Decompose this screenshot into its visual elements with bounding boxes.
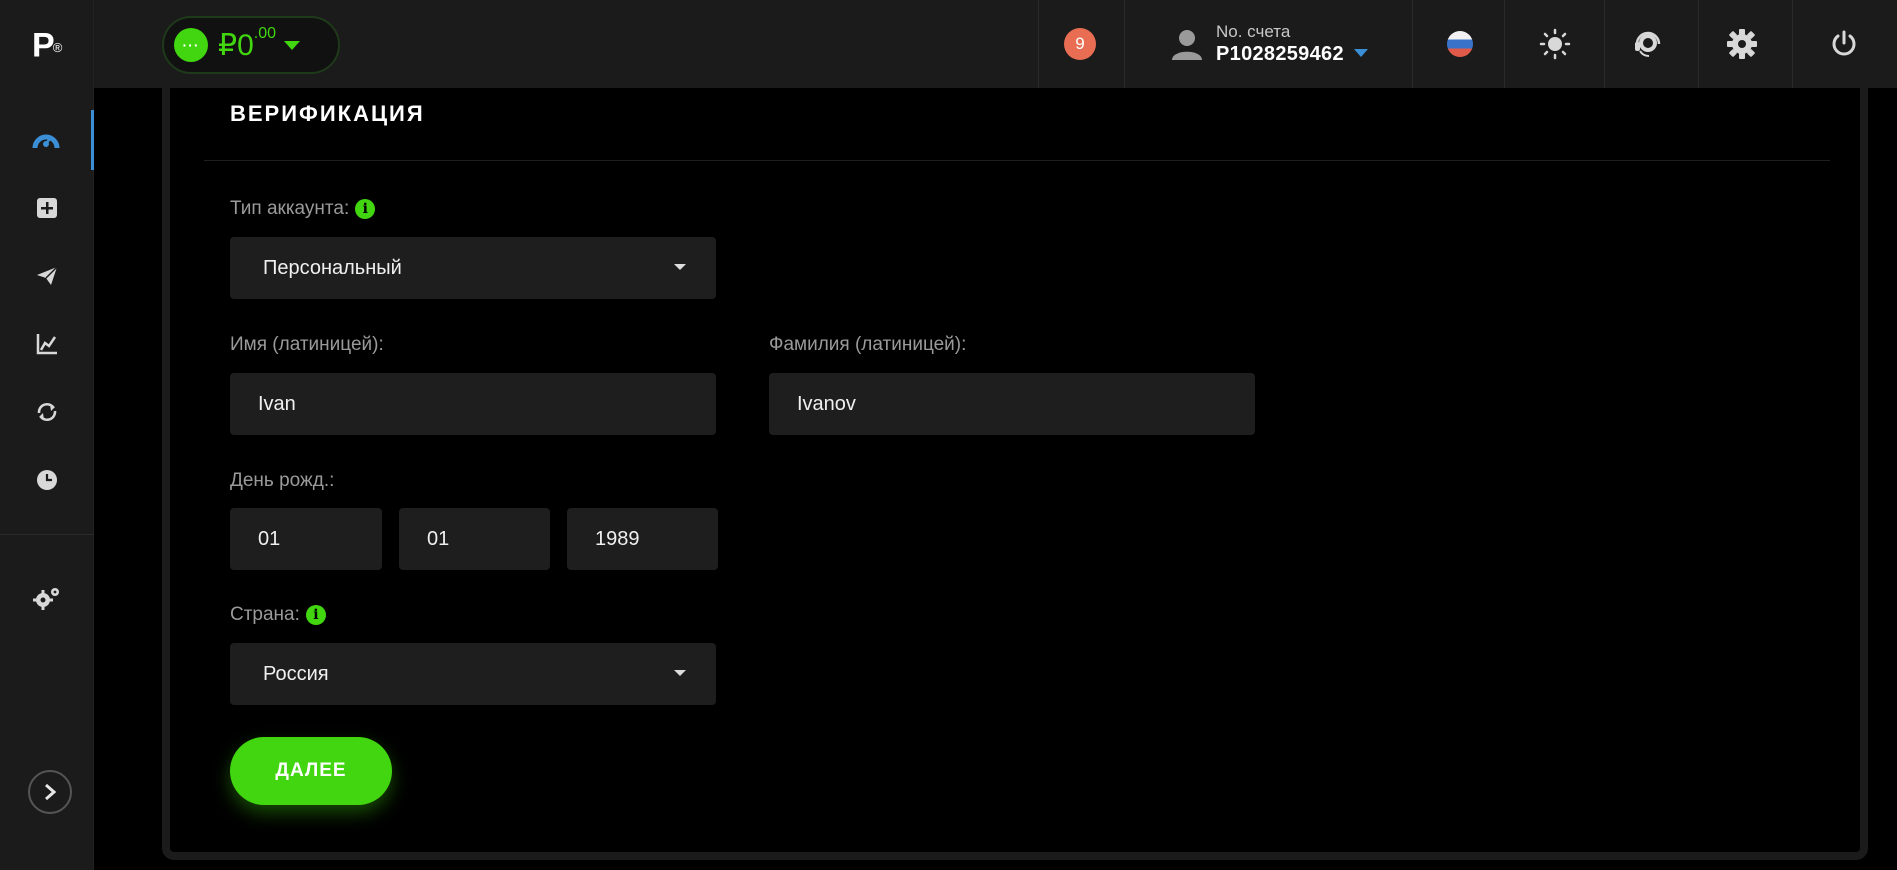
- topbar-divider: [1504, 0, 1505, 88]
- balance-widget[interactable]: ··· ₽0.00: [162, 16, 340, 74]
- support-headset-icon: [1635, 31, 1661, 57]
- sidebar-item-settings[interactable]: [0, 568, 94, 628]
- sidebar-item-history[interactable]: [0, 450, 94, 510]
- birth-year-input[interactable]: 1989: [567, 508, 718, 570]
- dropdown-caret-icon: [674, 670, 686, 676]
- country-label: Страна: i: [230, 604, 326, 626]
- topbar-divider: [1792, 0, 1793, 88]
- history-clock-icon: [37, 470, 57, 490]
- topbar-divider: [1698, 0, 1699, 88]
- info-icon[interactable]: i: [305, 605, 326, 625]
- send-icon: [37, 266, 58, 285]
- account-type-label: Тип аккаунта: i: [230, 198, 376, 220]
- theme-toggle-button[interactable]: [1535, 24, 1575, 64]
- balance-menu-icon: ···: [174, 28, 208, 62]
- birth-month-input[interactable]: 01: [399, 508, 550, 570]
- chevron-right-icon: [45, 783, 57, 801]
- country-select[interactable]: Россия: [230, 643, 716, 705]
- first-name-input[interactable]: Ivan: [230, 373, 716, 435]
- notifications-badge[interactable]: 9: [1064, 28, 1096, 60]
- account-caret-icon: [1353, 49, 1368, 57]
- settings-button[interactable]: [1722, 24, 1762, 64]
- sun-theme-icon: [1539, 28, 1571, 60]
- account-type-select[interactable]: Персональный: [230, 237, 716, 299]
- last-name-input[interactable]: Ivanov: [769, 373, 1255, 435]
- topbar-divider: [1124, 0, 1125, 88]
- user-icon: [1172, 30, 1202, 60]
- power-icon: [1832, 30, 1856, 56]
- chart-icon: [36, 334, 57, 355]
- settings-gears-icon: [33, 588, 59, 610]
- topbar-divider: [1412, 0, 1413, 88]
- app-logo[interactable]: P®: [32, 20, 66, 64]
- account-selector[interactable]: No. счета P1028259462: [1170, 22, 1368, 66]
- topbar-divider: [1604, 0, 1605, 88]
- sidebar-item-deposit[interactable]: [0, 178, 94, 238]
- sidebar-expand-button[interactable]: [28, 770, 72, 814]
- page-title: ВЕРИФИКАЦИЯ: [230, 101, 425, 126]
- info-icon[interactable]: i: [355, 199, 376, 219]
- language-button[interactable]: [1440, 24, 1480, 64]
- sidebar-item-send[interactable]: [0, 246, 94, 306]
- title-divider: [204, 160, 1830, 161]
- gear-icon: [1727, 29, 1757, 59]
- birthdate-label: День рожд.:: [230, 470, 335, 491]
- dashboard-icon: [32, 134, 59, 149]
- logout-button[interactable]: [1824, 24, 1864, 64]
- sidebar-item-exchange[interactable]: [0, 382, 94, 442]
- topbar-divider: [1038, 0, 1039, 88]
- next-button[interactable]: ДАЛЕЕ: [230, 737, 392, 805]
- exchange-icon: [37, 403, 57, 421]
- dropdown-caret-icon: [674, 264, 686, 270]
- sidebar-item-dashboard[interactable]: [0, 110, 94, 170]
- sidebar-divider: [0, 534, 94, 535]
- russia-flag-icon: [1447, 31, 1473, 57]
- first-name-label: Имя (латиницей):: [230, 334, 384, 355]
- account-number: P1028259462: [1216, 43, 1344, 65]
- add-square-icon: [37, 198, 57, 218]
- birth-day-input[interactable]: 01: [230, 508, 382, 570]
- sidebar: P®: [0, 0, 94, 870]
- top-bar: ··· ₽0.00 9 No. счета P1028259462: [94, 0, 1897, 88]
- account-label: No. счета: [1216, 22, 1291, 41]
- sidebar-item-trading[interactable]: [0, 314, 94, 374]
- verification-panel: [162, 88, 1868, 860]
- balance-amount: ₽0.00: [218, 24, 277, 62]
- last-name-label: Фамилия (латиницей):: [769, 334, 967, 355]
- balance-caret-icon: [284, 40, 301, 50]
- support-button[interactable]: [1628, 24, 1668, 64]
